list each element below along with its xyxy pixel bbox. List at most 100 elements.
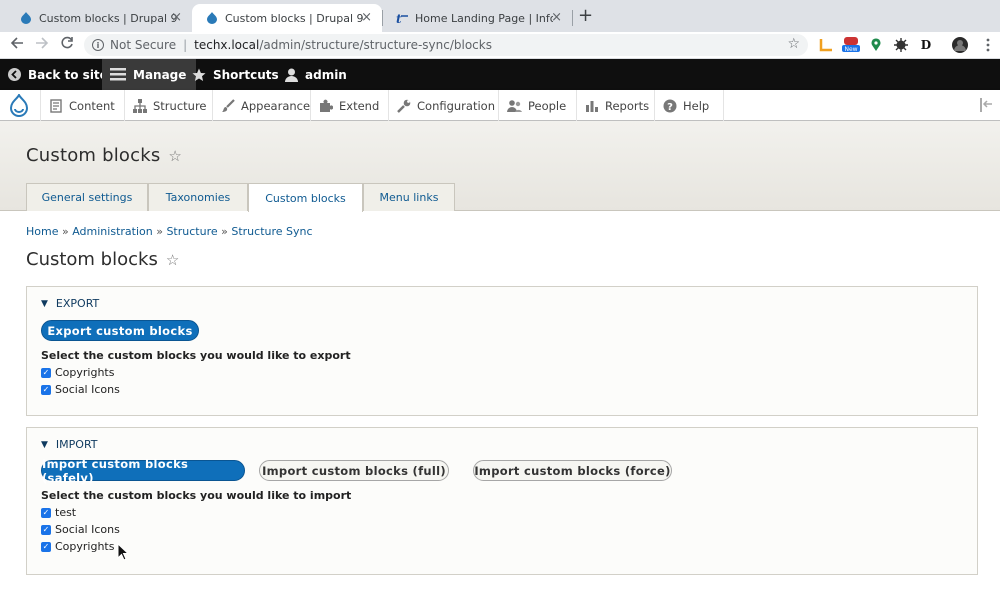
close-tab-icon[interactable]: × bbox=[361, 10, 372, 25]
content-icon bbox=[49, 98, 63, 113]
url-host: techx.local bbox=[194, 38, 260, 52]
back-arrow-icon[interactable] bbox=[10, 36, 24, 54]
address-separator: | bbox=[183, 38, 188, 52]
wrench-icon bbox=[397, 99, 411, 113]
tab-menu-links[interactable]: Menu links bbox=[363, 183, 455, 211]
breadcrumb-structure-sync[interactable]: Structure Sync bbox=[231, 225, 312, 238]
browser-tab-3[interactable]: t Home Landing Page | Informat × bbox=[382, 4, 572, 32]
import-full-button[interactable]: Import custom blocks (full) bbox=[259, 460, 449, 481]
back-to-site-link[interactable]: Back to site bbox=[8, 59, 108, 90]
security-label: Not Secure bbox=[110, 38, 177, 52]
drupal-logo-icon[interactable] bbox=[6, 92, 32, 118]
address-bar[interactable]: i Not Secure | techx.local/admin/structu… bbox=[84, 34, 808, 56]
breadcrumb-home[interactable]: Home bbox=[26, 225, 58, 238]
browser-tab-1[interactable]: Custom blocks | Drupal 9 × bbox=[6, 4, 192, 32]
measure-extension-icon[interactable] bbox=[818, 37, 834, 53]
structure-icon bbox=[133, 98, 147, 113]
bookmark-star-icon[interactable]: ☆ bbox=[787, 36, 800, 52]
export-legend[interactable]: ▼ EXPORT bbox=[41, 297, 99, 310]
user-menu[interactable]: admin bbox=[285, 59, 347, 90]
checkbox-label: Copyrights bbox=[55, 366, 115, 379]
breadcrumb-separator: » bbox=[61, 225, 69, 238]
checkbox-label: Copyrights bbox=[55, 540, 115, 553]
checkbox-checked-icon[interactable]: ✓ bbox=[41, 367, 51, 378]
tab-taxonomies[interactable]: Taxonomies bbox=[148, 183, 248, 211]
reload-icon[interactable] bbox=[60, 36, 74, 54]
tab-general-settings[interactable]: General settings bbox=[26, 183, 148, 211]
tray-item-label: Reports bbox=[605, 98, 650, 113]
import-description: Select the custom blocks you would like … bbox=[41, 489, 352, 502]
import-force-button[interactable]: Import custom blocks (force) bbox=[473, 460, 672, 481]
svg-text:?: ? bbox=[667, 102, 673, 113]
people-icon bbox=[507, 99, 522, 113]
shortcuts-menu[interactable]: Shortcuts bbox=[192, 59, 279, 90]
checkbox-label: test bbox=[55, 506, 77, 519]
checkbox-label: Social Icons bbox=[55, 523, 120, 536]
export-fieldset: ▼ EXPORT Export custom blocks Select the… bbox=[26, 286, 978, 416]
browser-tab-2[interactable]: Custom blocks | Drupal 9 × bbox=[192, 4, 382, 32]
tab-title: Custom blocks | Drupal 9 bbox=[225, 11, 363, 25]
drupal-icon bbox=[20, 12, 32, 24]
tray-item-label: People bbox=[528, 98, 567, 113]
export-description: Select the custom blocks you would like … bbox=[41, 349, 351, 362]
breadcrumb-separator: » bbox=[156, 225, 163, 238]
tray-orientation-icon[interactable] bbox=[980, 98, 996, 112]
tray-item-structure[interactable]: Structure bbox=[124, 90, 212, 121]
shortcut-star-icon[interactable]: ☆ bbox=[168, 147, 182, 165]
forward-arrow-icon[interactable] bbox=[35, 36, 49, 54]
tray-item-content[interactable]: Content bbox=[40, 90, 124, 121]
tray-item-label: Help bbox=[683, 98, 710, 113]
url-path: /admin/structure/structure-sync/blocks bbox=[259, 38, 492, 52]
import-checkbox-social-icons[interactable]: ✓ Social Icons bbox=[41, 523, 120, 536]
location-extension-icon[interactable] bbox=[868, 37, 884, 53]
info-icon[interactable]: i bbox=[92, 39, 104, 51]
d-extension-icon[interactable]: D bbox=[918, 37, 934, 53]
import-checkbox-test[interactable]: ✓ test bbox=[41, 506, 76, 519]
tray-item-help[interactable]: ? Help bbox=[654, 90, 724, 121]
checkbox-checked-icon[interactable]: ✓ bbox=[41, 524, 51, 535]
avatar[interactable] bbox=[952, 37, 968, 53]
tray-item-extend[interactable]: Extend bbox=[310, 90, 388, 121]
back-to-site-label: Back to site bbox=[28, 67, 108, 82]
import-legend-label: IMPORT bbox=[55, 438, 98, 451]
import-legend[interactable]: ▼ IMPORT bbox=[41, 438, 98, 451]
checkbox-checked-icon[interactable]: ✓ bbox=[41, 507, 51, 518]
tab-custom-blocks[interactable]: Custom blocks bbox=[248, 183, 363, 212]
shortcut-star-icon[interactable]: ☆ bbox=[166, 251, 179, 269]
new-tab-button[interactable]: + bbox=[578, 6, 593, 26]
extension-new-icon[interactable]: New bbox=[842, 37, 860, 53]
more-menu-icon[interactable] bbox=[980, 37, 996, 53]
tray-item-people[interactable]: People bbox=[498, 90, 576, 121]
page-header: Custom blocks ☆ General settings Taxonomi… bbox=[0, 121, 1000, 212]
tray-item-configuration[interactable]: Configuration bbox=[388, 90, 498, 121]
admin-tray: Content Structure Appearance Extend Conf… bbox=[0, 90, 1000, 121]
tab-title: Custom blocks | Drupal 9 bbox=[39, 11, 177, 25]
user-icon bbox=[285, 68, 298, 82]
breadcrumb-administration[interactable]: Administration bbox=[72, 225, 153, 238]
tab-title: Home Landing Page | Informat bbox=[415, 11, 553, 25]
checkbox-checked-icon[interactable]: ✓ bbox=[41, 541, 51, 552]
import-safely-button[interactable]: Import custom blocks (safely) bbox=[41, 457, 245, 485]
checkbox-label: Social Icons bbox=[55, 383, 120, 396]
export-custom-blocks-button[interactable]: Export custom blocks bbox=[41, 320, 199, 341]
export-checkbox-copyrights[interactable]: ✓ Copyrights bbox=[41, 366, 114, 379]
tray-item-appearance[interactable]: Appearance bbox=[212, 90, 310, 121]
tray-item-label: Content bbox=[69, 98, 115, 113]
checkbox-checked-icon[interactable]: ✓ bbox=[41, 384, 51, 395]
triangle-down-icon: ▼ bbox=[41, 298, 48, 309]
breadcrumb-structure[interactable]: Structure bbox=[166, 225, 217, 238]
landing-icon: t bbox=[396, 12, 408, 24]
import-checkbox-copyrights[interactable]: ✓ Copyrights bbox=[41, 540, 114, 553]
tray-item-label: Configuration bbox=[417, 98, 495, 113]
drupal-icon bbox=[206, 12, 218, 24]
page-title: Custom blocks ☆ bbox=[26, 145, 182, 166]
export-checkbox-social-icons[interactable]: ✓ Social Icons bbox=[41, 383, 120, 396]
puzzle-icon bbox=[319, 99, 333, 113]
close-tab-icon[interactable]: × bbox=[551, 10, 562, 25]
close-tab-icon[interactable]: × bbox=[171, 10, 182, 25]
tab-divider bbox=[572, 10, 573, 26]
manage-menu[interactable]: Manage bbox=[102, 59, 197, 90]
page-title-text: Custom blocks bbox=[26, 145, 161, 166]
gear-icon[interactable] bbox=[893, 37, 909, 53]
tray-item-reports[interactable]: Reports bbox=[576, 90, 654, 121]
